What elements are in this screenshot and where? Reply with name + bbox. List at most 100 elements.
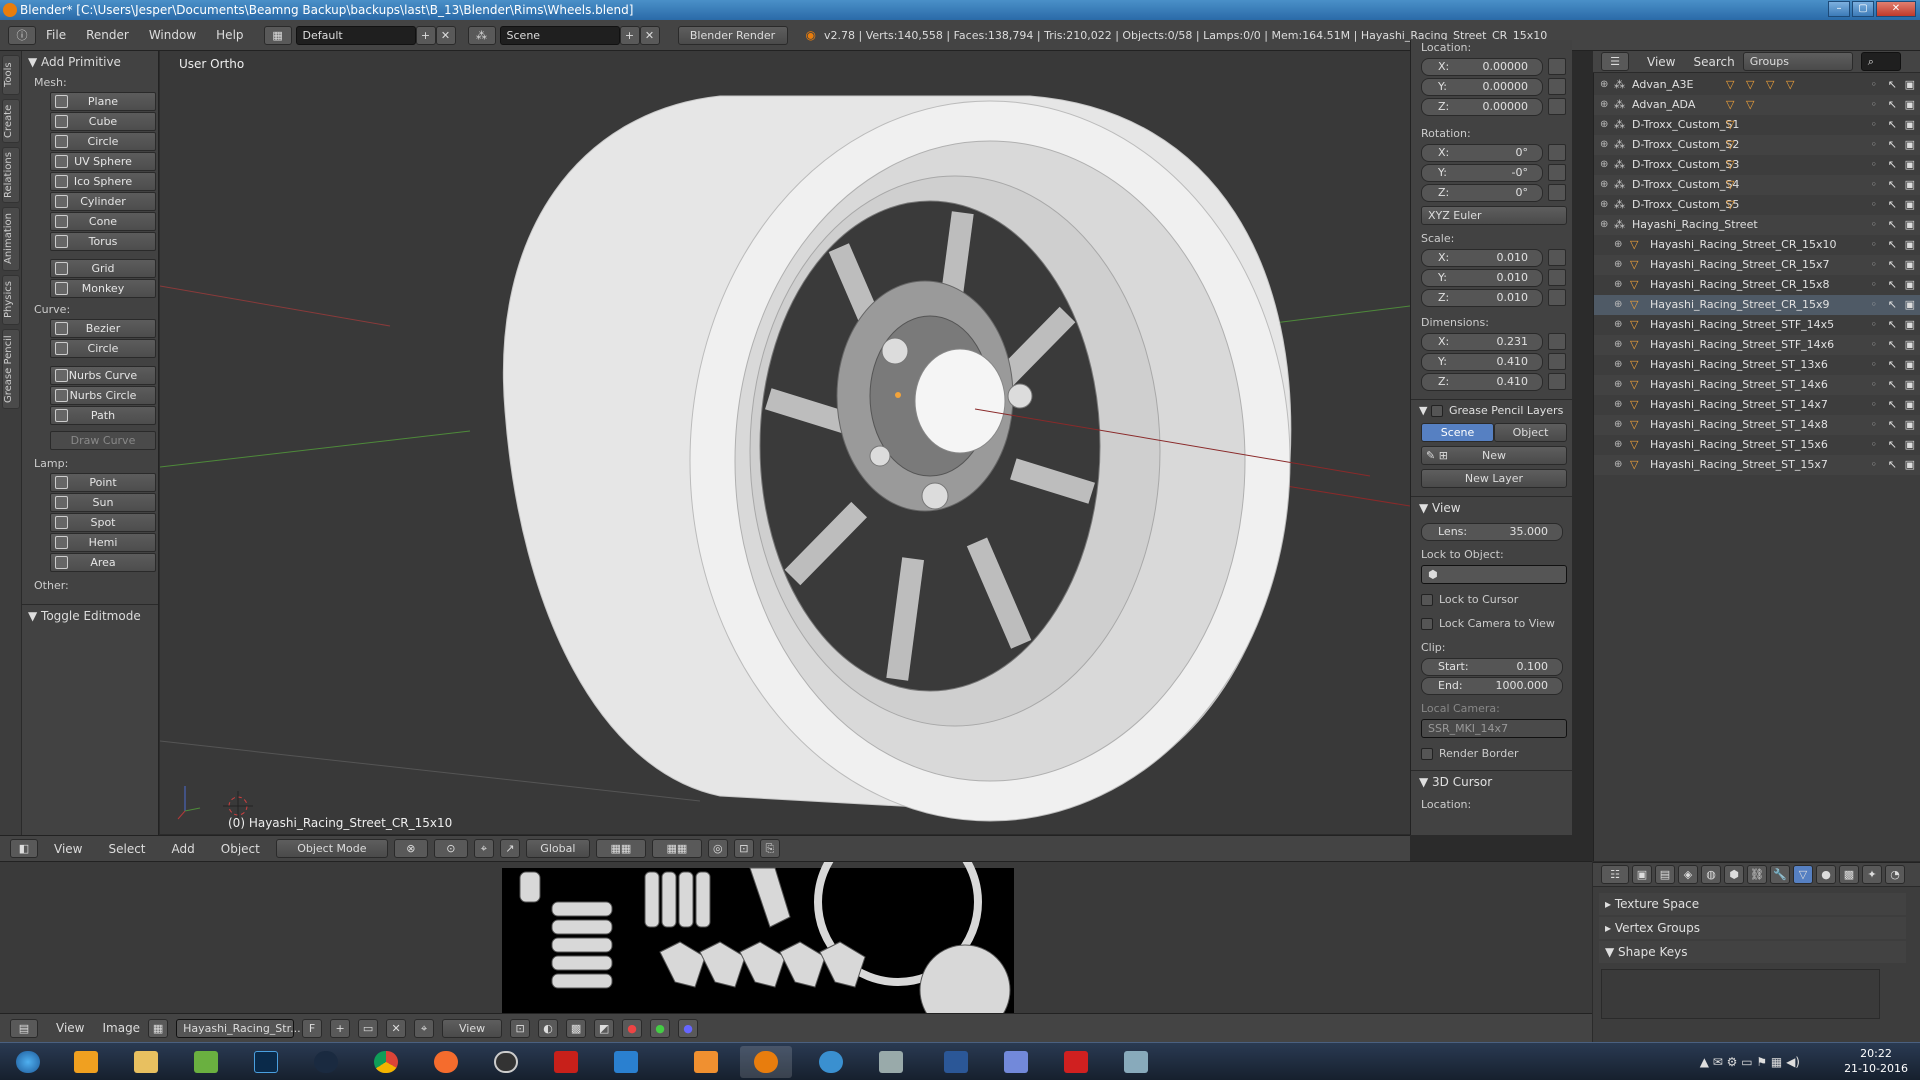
- selectable-icon[interactable]: ↖: [1888, 255, 1897, 275]
- selectable-icon[interactable]: ↖: [1888, 95, 1897, 115]
- lock-cursor-checkbox[interactable]: Lock to Cursor: [1411, 592, 1572, 608]
- start-button[interactable]: [4, 1046, 52, 1078]
- layout-field[interactable]: Default: [295, 25, 416, 45]
- red-channel-icon[interactable]: ●: [622, 1018, 643, 1038]
- expand-icon[interactable]: ⊕: [1614, 255, 1622, 275]
- particles-tab-icon[interactable]: ✦: [1862, 865, 1882, 884]
- expand-icon[interactable]: ⊕: [1614, 395, 1622, 415]
- mesh-primitive-button[interactable]: Circle: [50, 132, 156, 151]
- outliner-item[interactable]: ⊕ ▽ Hayashi_Racing_Street_STF_14x5 ◦ ↖ ▣: [1594, 315, 1920, 335]
- rotation-mode-select[interactable]: XYZ Euler: [1421, 206, 1567, 225]
- render-icon[interactable]: ▣: [1905, 435, 1915, 455]
- curve-primitive-button[interactable]: Path: [50, 406, 156, 425]
- unlink-image-icon[interactable]: ✕: [386, 1018, 407, 1038]
- lock-icon[interactable]: [1548, 58, 1566, 75]
- gp-scene-button[interactable]: Scene: [1421, 423, 1494, 442]
- expand-icon[interactable]: ⊕: [1600, 75, 1608, 95]
- outliner-item[interactable]: ⊕ ⁂ D-Troxx_Custom_S3 ▽ ◦ ↖ ▣: [1594, 155, 1920, 175]
- taskbar-app[interactable]: [180, 1046, 232, 1078]
- pivot-icon[interactable]: ⊙: [433, 839, 468, 858]
- scene-tab-icon[interactable]: ◈: [1678, 865, 1698, 884]
- expand-icon[interactable]: ⊕: [1600, 195, 1608, 215]
- lock-icon[interactable]: [1548, 184, 1566, 201]
- expand-icon[interactable]: ⊕: [1614, 275, 1622, 295]
- expand-icon[interactable]: ⊕: [1600, 135, 1608, 155]
- visibility-icon[interactable]: ◦: [1871, 295, 1878, 315]
- curve-primitive-button[interactable]: Nurbs Circle: [50, 386, 156, 405]
- outliner-item[interactable]: ⊕ ▽ Hayashi_Racing_Street_CR_15x10 ◦ ↖ ▣: [1594, 235, 1920, 255]
- location-field[interactable]: Y: 0.00000: [1421, 78, 1543, 96]
- selectable-icon[interactable]: ↖: [1888, 395, 1897, 415]
- mesh-primitive-button[interactable]: Torus: [50, 232, 156, 251]
- lock-camera-checkbox[interactable]: Lock Camera to View: [1411, 616, 1572, 632]
- expand-icon[interactable]: ⊕: [1600, 155, 1608, 175]
- expand-icon[interactable]: ⊕: [1600, 175, 1608, 195]
- lamp-primitive-button[interactable]: Point: [50, 473, 156, 492]
- local-camera-field[interactable]: SSR_MKI_14x7: [1421, 719, 1567, 738]
- orientation-select[interactable]: Global: [525, 839, 590, 858]
- draw-mode-icon[interactable]: ◩: [594, 1018, 615, 1038]
- mesh-primitive-button[interactable]: Cylinder: [50, 192, 156, 211]
- outliner-item[interactable]: ⊕ ⁂ D-Troxx_Custom_S5 ▽ ◦ ↖ ▣: [1594, 195, 1920, 215]
- image-mode-select[interactable]: View: [442, 1018, 503, 1038]
- render-icon[interactable]: ▣: [1905, 255, 1915, 275]
- render-icon[interactable]: ▣: [1905, 335, 1915, 355]
- outliner-search-menu[interactable]: Search: [1693, 55, 1734, 69]
- render-icon[interactable]: ▣: [1905, 215, 1915, 235]
- proportional-icon[interactable]: ◎: [707, 839, 728, 858]
- visibility-icon[interactable]: ◦: [1871, 215, 1878, 235]
- curve-primitive-button[interactable]: Bezier: [50, 319, 156, 338]
- outliner-item[interactable]: ⊕ ▽ Hayashi_Racing_Street_CR_15x8 ◦ ↖ ▣: [1594, 275, 1920, 295]
- taskbar-chrome[interactable]: [360, 1046, 412, 1078]
- rotation-field[interactable]: Z: 0°: [1421, 184, 1543, 202]
- shading-icon[interactable]: ⊗: [393, 839, 428, 858]
- visibility-icon[interactable]: ◦: [1871, 115, 1878, 135]
- taskbar-steam[interactable]: [300, 1046, 352, 1078]
- taskbar-discord[interactable]: [990, 1046, 1042, 1078]
- taskbar-app4[interactable]: [805, 1046, 857, 1078]
- texture-space-panel[interactable]: ▸ Texture Space: [1599, 893, 1906, 915]
- visibility-icon[interactable]: ◦: [1871, 275, 1878, 295]
- selectable-icon[interactable]: ↖: [1888, 175, 1897, 195]
- tab-physics[interactable]: Physics: [2, 275, 20, 325]
- gp-new-button[interactable]: ✎ ⊞ New: [1421, 446, 1567, 465]
- clip-start-field[interactable]: Start: 0.100: [1421, 658, 1563, 676]
- render-icon[interactable]: ▣: [1905, 315, 1915, 335]
- render-icon[interactable]: ▣: [1905, 95, 1915, 115]
- world-tab-icon[interactable]: ◍: [1701, 865, 1721, 884]
- expand-icon[interactable]: ⊕: [1614, 295, 1622, 315]
- outliner-item[interactable]: ⊕ ⁂ D-Troxx_Custom_S4 ▽ ◦ ↖ ▣: [1594, 175, 1920, 195]
- location-field[interactable]: X: 0.00000: [1421, 58, 1543, 76]
- selectable-icon[interactable]: ↖: [1888, 155, 1897, 175]
- render-engine-select[interactable]: Blender Render: [677, 25, 788, 45]
- transform-icon[interactable]: ↗: [499, 839, 520, 858]
- manipulator-icon[interactable]: ⌖: [473, 839, 494, 858]
- image-view-menu[interactable]: View: [46, 1021, 94, 1035]
- constraints-tab-icon[interactable]: ⛓: [1747, 865, 1767, 884]
- lock-object-field[interactable]: ⬢: [1421, 565, 1567, 584]
- scale-field[interactable]: Z: 0.010: [1421, 289, 1543, 307]
- render-icon[interactable]: ▣: [1905, 295, 1915, 315]
- taskbar-uplay[interactable]: [600, 1046, 652, 1078]
- expand-icon[interactable]: ⊕: [1614, 455, 1622, 475]
- lock-icon[interactable]: [1548, 144, 1566, 161]
- outliner-item[interactable]: ⊕ ⁂ Hayashi_Racing_Street ◦ ↖ ▣: [1594, 215, 1920, 235]
- expand-icon[interactable]: ⊕: [1614, 375, 1622, 395]
- mesh-primitive-button[interactable]: Grid: [50, 259, 156, 278]
- expand-icon[interactable]: ⊕: [1614, 235, 1622, 255]
- lock-icon[interactable]: [1548, 333, 1566, 350]
- 3d-viewport[interactable]: User Ortho (0) Hayashi_Racing_Street_CR_…: [160, 51, 1410, 834]
- expand-icon[interactable]: ⊕: [1600, 215, 1608, 235]
- alpha-icon[interactable]: ▩: [566, 1018, 587, 1038]
- physics-tab-icon[interactable]: ◔: [1885, 865, 1905, 884]
- minimize-button[interactable]: –: [1828, 1, 1850, 17]
- visibility-icon[interactable]: ◦: [1871, 455, 1878, 475]
- lock-icon[interactable]: [1548, 164, 1566, 181]
- expand-icon[interactable]: ⊕: [1614, 415, 1622, 435]
- editor-type-icon[interactable]: ⓘ: [8, 25, 36, 45]
- scale-field[interactable]: Y: 0.010: [1421, 269, 1543, 287]
- draw-curve-button[interactable]: Draw Curve: [50, 431, 156, 450]
- tab-animation[interactable]: Animation: [2, 207, 20, 271]
- visibility-icon[interactable]: ◦: [1871, 415, 1878, 435]
- menu-add[interactable]: Add: [162, 842, 205, 856]
